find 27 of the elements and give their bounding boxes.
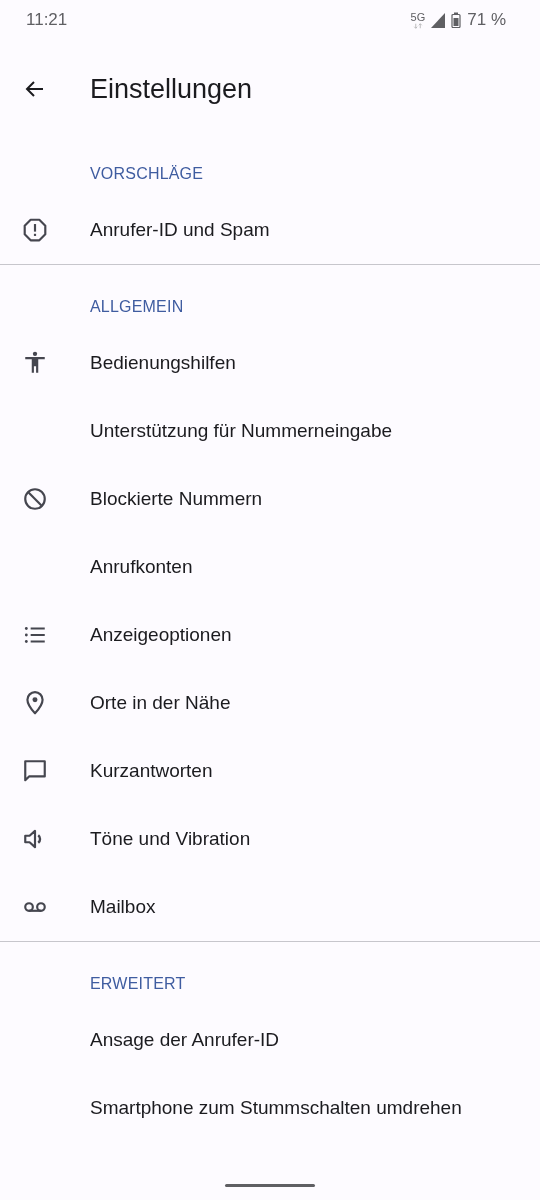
data-arrows-icon	[411, 22, 424, 29]
settings-item[interactable]: Anzeigeoptionen	[0, 601, 540, 669]
settings-item[interactable]: Blockierte Nummern	[0, 465, 540, 533]
settings-item[interactable]: Unterstützung für Nummerneingabe	[0, 397, 540, 465]
settings-item[interactable]: Mailbox	[0, 873, 540, 941]
block-icon	[22, 486, 48, 512]
settings-item[interactable]: Anrufkonten	[0, 533, 540, 601]
status-time: 11:21	[26, 10, 68, 30]
battery-icon	[451, 12, 462, 28]
settings-item[interactable]: Orte in der Nähe	[0, 669, 540, 737]
chat-bubble-icon	[22, 758, 48, 784]
settings-item[interactable]: Bedienungshilfen	[0, 329, 540, 397]
section-header: ALLGEMEIN	[90, 298, 184, 315]
accessibility-icon	[22, 350, 48, 376]
settings-item[interactable]: Smartphone zum Stummschalten umdrehen	[0, 1074, 540, 1142]
gesture-handle[interactable]	[225, 1184, 315, 1187]
settings-item[interactable]: Kurzantworten	[0, 737, 540, 805]
alert-octagon-icon	[22, 217, 48, 243]
section-header: VORSCHLÄGE	[90, 165, 204, 182]
settings-item[interactable]: Ansage der Anrufer-ID	[0, 1006, 540, 1074]
settings-item[interactable]: Anrufer-ID und Spam	[0, 196, 540, 264]
settings-item[interactable]: Töne und Vibration	[0, 805, 540, 873]
network-type: 5G	[410, 11, 426, 23]
page-title: Einstellungen	[90, 73, 253, 105]
section-header: ERWEITERT	[90, 975, 186, 992]
signal-icon	[430, 12, 447, 28]
battery-percent: 71 %	[467, 10, 506, 30]
